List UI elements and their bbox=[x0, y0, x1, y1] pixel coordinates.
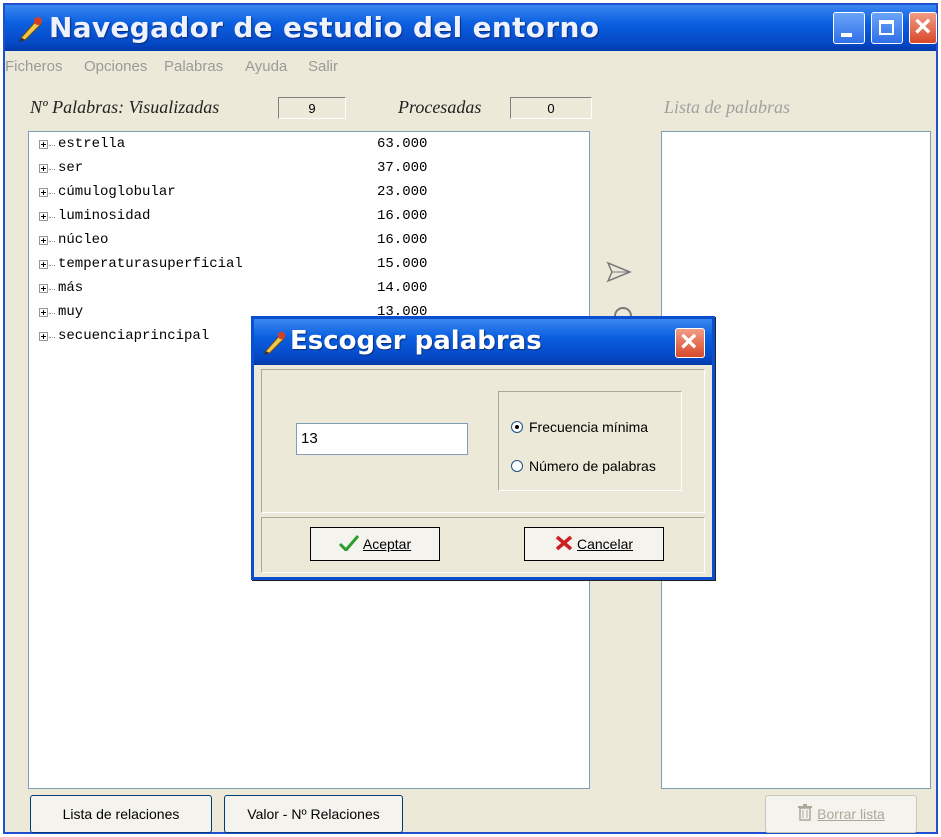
close-icon: × bbox=[914, 10, 932, 43]
tree-word: secuenciaprincipal bbox=[58, 328, 210, 344]
close-icon: × bbox=[680, 325, 698, 358]
tree-connector bbox=[49, 265, 55, 266]
close-button[interactable]: × bbox=[909, 10, 937, 44]
expand-icon[interactable] bbox=[39, 332, 48, 341]
valor-button[interactable]: Valor - Nº Relaciones bbox=[224, 795, 403, 833]
radio-frecuencia-label: Frecuencia mínima bbox=[529, 419, 649, 435]
expand-icon[interactable] bbox=[39, 212, 48, 221]
tree-connector bbox=[49, 313, 55, 314]
app-icon bbox=[19, 17, 42, 42]
app-icon bbox=[263, 331, 286, 356]
tree-freq: 16.000 bbox=[377, 208, 428, 224]
tree-word: temperaturasuperficial bbox=[58, 256, 243, 272]
cancelar-button[interactable]: Cancelar bbox=[524, 527, 664, 561]
tree-row[interactable]: ser 37.000 bbox=[29, 159, 589, 181]
tree-connector bbox=[49, 241, 55, 242]
tree-freq: 14.000 bbox=[377, 280, 428, 296]
procesadas-count: 0 bbox=[510, 97, 592, 119]
minimize-button[interactable] bbox=[833, 12, 865, 44]
arrow-right-icon bbox=[606, 261, 632, 283]
tree-word: luminosidad bbox=[58, 208, 151, 224]
tree-row[interactable]: núcleo 16.000 bbox=[29, 231, 589, 253]
relaciones-label: Lista de relaciones bbox=[62, 806, 180, 822]
tree-word: más bbox=[58, 280, 84, 296]
tree-word: núcleo bbox=[58, 232, 109, 248]
tree-connector bbox=[49, 289, 55, 290]
valor-label: Valor - Nº Relaciones bbox=[247, 806, 380, 822]
tree-connector bbox=[49, 217, 55, 218]
menu-bar: Ficheros Opciones Palabras Ayuda Salir bbox=[5, 51, 936, 87]
dialog-title-bar[interactable]: Escoger palabras × bbox=[254, 319, 712, 365]
radio-unselected-icon bbox=[511, 460, 523, 472]
tree-connector bbox=[49, 337, 55, 338]
expand-icon[interactable] bbox=[39, 236, 48, 245]
expand-icon[interactable] bbox=[39, 284, 48, 293]
tree-freq: 63.000 bbox=[377, 136, 428, 152]
tree-connector bbox=[49, 145, 55, 146]
tree-freq: 37.000 bbox=[377, 160, 428, 176]
mode-radio-group: Frecuencia mínima Número de palabras bbox=[498, 391, 682, 491]
aceptar-label: Aceptar bbox=[362, 536, 412, 552]
escoger-dialog: Escoger palabras × 13 Frecuencia mínima … bbox=[251, 316, 715, 580]
tree-row[interactable]: cúmuloglobular 23.000 bbox=[29, 183, 589, 205]
menu-salir[interactable]: Salir bbox=[308, 58, 338, 75]
tree-word: cúmuloglobular bbox=[58, 184, 176, 200]
tree-row[interactable]: estrella 63.000 bbox=[29, 135, 589, 157]
tree-word: ser bbox=[58, 160, 84, 176]
dialog-close-button[interactable]: × bbox=[675, 325, 705, 358]
borrar-label: Borrar lista bbox=[817, 806, 885, 822]
cross-icon bbox=[555, 535, 573, 551]
menu-palabras[interactable]: Palabras bbox=[164, 58, 223, 75]
tree-freq: 15.000 bbox=[377, 256, 428, 272]
expand-icon[interactable] bbox=[39, 188, 48, 197]
visualizadas-label: Nº Palabras: Visualizadas bbox=[30, 97, 220, 117]
tree-connector bbox=[49, 193, 55, 194]
value-input[interactable]: 13 bbox=[296, 423, 468, 455]
checkmark-icon bbox=[338, 535, 360, 553]
window-title: Navegador de estudio del entorno bbox=[49, 11, 600, 44]
procesadas-label: Procesadas bbox=[398, 97, 482, 117]
tree-freq: 16.000 bbox=[377, 232, 428, 248]
visualizadas-count: 9 bbox=[278, 97, 346, 119]
tree-row[interactable]: temperaturasuperficial 15.000 bbox=[29, 255, 589, 277]
menu-ayuda[interactable]: Ayuda bbox=[245, 58, 287, 75]
tree-freq: 23.000 bbox=[377, 184, 428, 200]
send-arrow-icon[interactable] bbox=[604, 257, 634, 287]
tree-row[interactable]: luminosidad 16.000 bbox=[29, 207, 589, 229]
aceptar-button[interactable]: Aceptar bbox=[310, 527, 440, 561]
trash-icon bbox=[798, 804, 813, 821]
expand-icon[interactable] bbox=[39, 140, 48, 149]
relaciones-button[interactable]: Lista de relaciones bbox=[30, 795, 212, 833]
dialog-title: Escoger palabras bbox=[290, 326, 542, 356]
expand-icon[interactable] bbox=[39, 260, 48, 269]
radio-numero-label: Número de palabras bbox=[529, 458, 656, 474]
maximize-button[interactable] bbox=[871, 12, 903, 44]
tree-word: muy bbox=[58, 304, 84, 320]
radio-selected-icon bbox=[511, 421, 523, 433]
list-title: Lista de palabras bbox=[664, 97, 791, 117]
menu-ficheros[interactable]: Ficheros bbox=[5, 58, 63, 75]
tree-connector bbox=[49, 169, 55, 170]
borrar-button[interactable]: Borrar lista bbox=[765, 795, 917, 833]
tree-row[interactable]: más 14.000 bbox=[29, 279, 589, 301]
tree-word: estrella bbox=[58, 136, 126, 152]
menu-opciones[interactable]: Opciones bbox=[84, 58, 147, 75]
expand-icon[interactable] bbox=[39, 164, 48, 173]
title-bar[interactable]: Navegador de estudio del entorno × bbox=[5, 5, 937, 51]
cancelar-label: Cancelar bbox=[576, 536, 634, 552]
expand-icon[interactable] bbox=[39, 308, 48, 317]
